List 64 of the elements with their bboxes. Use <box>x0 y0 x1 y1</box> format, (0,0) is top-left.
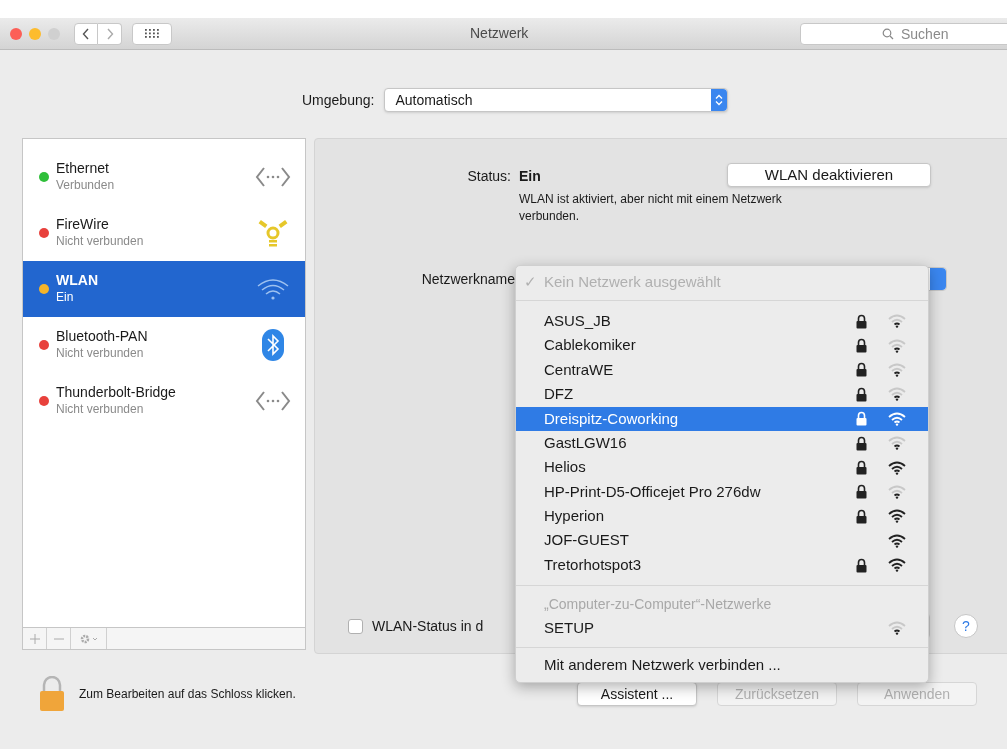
network-menu-item[interactable]: HP-Print-D5-Officejet Pro 276dw <box>516 479 928 505</box>
arrows-icon <box>255 165 291 189</box>
arrows-icon <box>255 389 291 413</box>
location-label: Umgebung: <box>302 90 375 110</box>
service-name: Ethernet <box>56 160 110 177</box>
service-status: Nicht verbunden <box>56 233 145 250</box>
network-menu-item[interactable]: Hyperion <box>516 504 928 529</box>
bluetooth-icon <box>261 328 285 362</box>
wifi-icon <box>256 277 290 301</box>
search-field[interactable]: Suchen <box>800 22 1007 45</box>
other-network-item[interactable]: Mit anderem Netzwerk verbinden ... <box>516 653 928 678</box>
close-button[interactable] <box>10 27 22 40</box>
chevron-left-icon <box>82 27 90 40</box>
service-item[interactable]: Ethernet Verbunden <box>23 149 305 205</box>
status-value: Ein <box>519 167 542 186</box>
stepper-icon <box>711 89 728 111</box>
network-menu-item[interactable]: DFZ <box>516 382 928 407</box>
menu-header: Kein Netzwerk ausgewählt <box>544 271 721 292</box>
service-status: Nicht verbunden <box>56 345 145 362</box>
network-menu-item[interactable]: ASUS_JB <box>516 309 928 334</box>
service-name: Thunderbolt-Bridge <box>56 384 177 401</box>
firewire-icon <box>256 218 290 248</box>
checkbox-label: WLAN-Status in d <box>372 616 484 636</box>
network-name-label: Netzwerkname <box>420 269 515 289</box>
service-name: Bluetooth-PAN <box>56 328 149 345</box>
forward-button[interactable] <box>98 22 122 45</box>
back-button[interactable] <box>74 22 98 45</box>
service-name: FireWire <box>56 216 110 233</box>
help-button[interactable]: ? <box>954 614 978 638</box>
status-note: WLAN ist aktiviert, aber nicht mit einem Netzwerk verbunden. <box>519 191 783 225</box>
show-all-button[interactable] <box>132 22 172 45</box>
grid-icon <box>145 29 159 38</box>
network-menu-item[interactable]: JOF-GUEST <box>516 528 928 553</box>
minimize-button[interactable] <box>29 27 41 40</box>
status-label: Status: <box>466 167 511 186</box>
network-menu-item[interactable]: Dreispitz-Coworking <box>516 406 928 431</box>
network-menu-item[interactable]: Tretorhotspot3 <box>516 552 928 578</box>
window-title: Netzwerk <box>470 24 529 43</box>
padlock-icon <box>39 676 65 712</box>
wifi-toggle-button[interactable]: WLAN deaktivieren <box>727 163 931 187</box>
service-item[interactable]: Thunderbolt-Bridge Nicht verbunden <box>23 373 305 429</box>
chevron-right-icon <box>105 27 114 40</box>
location-popup[interactable]: Automatisch <box>384 88 729 112</box>
service-item[interactable]: WLAN Ein <box>23 261 305 317</box>
adhoc-header: „Computer-zu-Computer“-Netzwerke <box>543 595 773 615</box>
network-menu-item[interactable]: CentraWE <box>516 357 928 383</box>
network-menu-item[interactable]: Helios <box>516 455 928 480</box>
lock-hint: Zum Bearbeiten auf das Schloss klicken. <box>79 686 296 703</box>
checkbox[interactable] <box>348 618 363 634</box>
gear-icon <box>78 632 99 645</box>
service-status: Nicht verbunden <box>56 401 145 418</box>
network-menu-item[interactable]: Cablekomiker <box>516 333 928 358</box>
footer-button[interactable]: Assistent ... <box>577 682 697 706</box>
stepper-icon <box>930 268 946 290</box>
plus-icon <box>29 633 40 644</box>
checkmark: ✓ <box>524 271 538 292</box>
network-menu-item[interactable]: GastLGW16 <box>516 430 928 456</box>
service-name: WLAN <box>56 272 99 289</box>
search-icon <box>882 27 894 40</box>
network-menu-item[interactable]: SETUP <box>516 616 928 641</box>
service-item[interactable]: Bluetooth-PAN Nicht verbunden <box>23 317 305 373</box>
service-item[interactable]: FireWire Nicht verbunden <box>23 205 305 261</box>
service-status: Verbunden <box>56 177 116 194</box>
service-status: Ein <box>56 289 75 306</box>
